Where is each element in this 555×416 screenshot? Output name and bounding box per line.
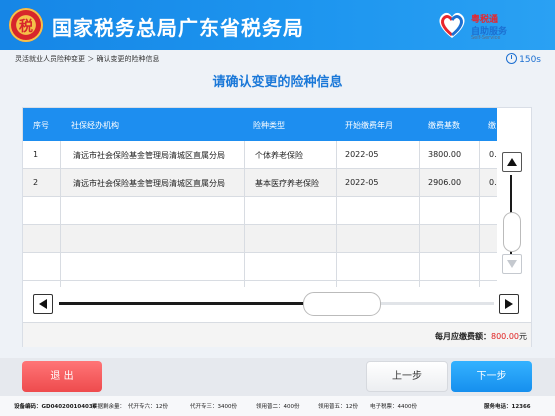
monthly-total: 每月应缴费额： 800.00元 — [23, 322, 531, 347]
service-logo: 粤税通 自助服务 Self-Service — [435, 6, 545, 44]
column-divider — [479, 141, 480, 287]
device-code: 设备编码：GD040200104036 — [14, 404, 97, 410]
previous-step-button[interactable]: 上一步 — [366, 361, 448, 392]
column-divider — [60, 141, 61, 287]
table-row[interactable]: 2 清远市社会保险基金管理局清城区直属分局 基本医疗养老保险 2022-05 2… — [23, 169, 497, 197]
stock-item: 代开专三：3400份 — [190, 404, 237, 410]
column-divider — [336, 141, 337, 287]
next-step-button[interactable]: 下一步 — [451, 361, 532, 392]
arrow-down-icon — [507, 260, 517, 268]
table-row-empty — [23, 225, 497, 253]
exit-button[interactable]: 退 出 — [22, 361, 102, 392]
vertical-scroll-thumb[interactable] — [503, 212, 521, 252]
table-body[interactable]: 1 清远市社会保险基金管理局清城区直属分局 个体养老保险 2022-05 380… — [23, 141, 497, 287]
arrow-up-icon — [507, 158, 517, 166]
heart-logo-icon — [439, 12, 465, 38]
header-rate: 缴 — [488, 121, 496, 130]
scroll-down-button[interactable] — [502, 254, 522, 274]
column-divider — [419, 141, 420, 287]
stock-item: 代开专六：12份 — [128, 404, 168, 410]
service-hotline: 服务电话：12366 — [484, 404, 531, 410]
table-header: 序号 社保经办机构 险种类型 开始缴费年月 缴费基数 缴 — [23, 108, 497, 141]
table-row-empty — [23, 253, 497, 281]
total-label: 每月应缴费额： — [435, 332, 491, 341]
horizontal-scroll-thumb[interactable] — [303, 292, 381, 316]
stock-item: 领用普二：400份 — [256, 404, 300, 410]
column-divider — [244, 141, 245, 287]
vertical-scrollbar[interactable] — [499, 146, 527, 282]
header-type: 险种类型 — [253, 121, 285, 130]
app-title: 国家税务总局广东省税务局 — [52, 16, 304, 40]
stock-label: 票据剩余量： — [92, 404, 126, 410]
page-title: 请确认变更的险种信息 — [212, 75, 343, 90]
scroll-left-button[interactable] — [33, 294, 53, 314]
scroll-up-button[interactable] — [502, 152, 522, 172]
app-header: 税 国家税务总局广东省税务局 粤税通 自助服务 Self-Service — [0, 0, 555, 50]
stock-item: 电子税票：4400份 — [370, 404, 417, 410]
clock-icon — [506, 53, 518, 64]
countdown-timer: 150s — [506, 53, 541, 65]
header-start-month: 开始缴费年月 — [345, 121, 393, 130]
horizontal-scrollbar[interactable] — [31, 291, 521, 316]
table-row[interactable]: 1 清远市社会保险基金管理局清城区直属分局 个体养老保险 2022-05 380… — [23, 141, 497, 169]
header-base: 缴费基数 — [428, 121, 460, 130]
scroll-right-button[interactable] — [499, 294, 519, 314]
stock-item: 领用普五：12份 — [318, 404, 358, 410]
status-bar: 设备编码：GD040200104036 票据剩余量： 代开专六：12份 代开专三… — [0, 396, 555, 416]
total-amount: 800.00元 — [491, 332, 527, 341]
breadcrumb: 灵活就业人员险种变更 ＞ 确认变更的险种信息 — [15, 55, 160, 63]
arrow-left-icon — [39, 299, 47, 309]
arrow-right-icon — [505, 299, 513, 309]
header-index: 序号 — [33, 121, 49, 130]
header-agency: 社保经办机构 — [71, 121, 119, 130]
horizontal-scroll-track[interactable] — [59, 302, 304, 305]
insurance-table-panel: 序号 社保经办机构 险种类型 开始缴费年月 缴费基数 缴 1 清远市社会保险基金… — [22, 107, 532, 347]
table-row-empty — [23, 197, 497, 225]
tax-emblem-icon: 税 — [9, 8, 43, 42]
